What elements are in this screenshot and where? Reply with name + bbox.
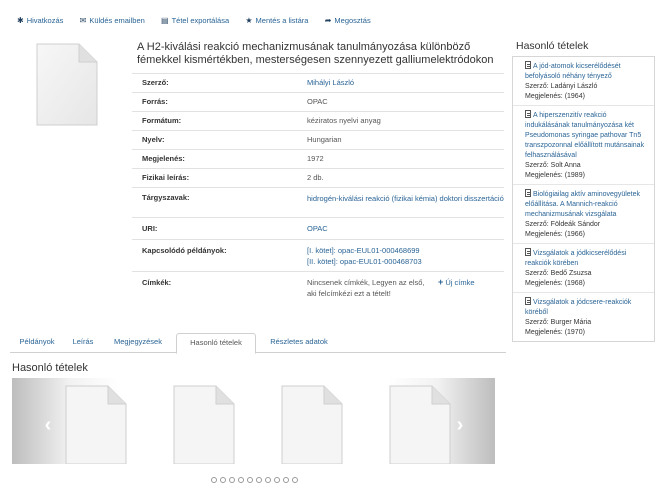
document-placeholder-icon	[389, 385, 451, 464]
field-row-published: Megjelenés: 1972	[132, 149, 504, 168]
field-row-uri: URI: OPAC	[132, 217, 504, 239]
record-tabs: Példányok Leírás Megjegyzések Hasonló té…	[10, 333, 506, 354]
carousel-next-button[interactable]: ›	[452, 414, 468, 436]
tab-description[interactable]: Leírás	[66, 333, 100, 353]
document-icon	[525, 189, 531, 197]
document-placeholder-icon	[281, 385, 343, 464]
document-placeholder-icon	[36, 43, 98, 126]
tab-notes[interactable]: Megjegyzések	[107, 333, 169, 353]
field-row-language: Nyelv: Hungarian	[132, 130, 504, 149]
carousel-dot[interactable]	[238, 477, 244, 483]
chevron-right-icon: ›	[456, 414, 464, 436]
field-row-author: Szerző: Mihályi László	[132, 73, 504, 92]
field-row-physical: Fizikai leírás: 2 db.	[132, 168, 504, 187]
similar-items-sidebar: A jód-atomok kicserélődését befolyásoló …	[512, 56, 655, 342]
sidebar-title: Hasonló tételek	[516, 40, 589, 52]
tab-staff-view[interactable]: Részletes adatok	[262, 333, 336, 353]
chevron-left-icon: ‹	[44, 414, 52, 436]
field-row-subjects: Tárgyszavak: hidrogén-kiválási reakció (…	[132, 187, 504, 217]
similar-item: A hiperszenzitív reakció indukálásának t…	[513, 106, 654, 185]
carousel-prev-button[interactable]: ‹	[40, 414, 56, 436]
similar-item-link[interactable]: Vizsgálatok a jódcsere-reakciók köréből	[525, 297, 631, 316]
document-thumbnail	[33, 42, 101, 127]
add-tag-button[interactable]: + Új címke	[438, 277, 475, 311]
carousel-dot[interactable]	[265, 477, 271, 483]
similar-items-heading: Hasonló tételek	[12, 362, 88, 374]
similar-item-link[interactable]: A hiperszenzitív reakció indukálásának t…	[525, 110, 644, 159]
uri-link[interactable]: OPAC	[307, 224, 328, 233]
related-copy-link-2[interactable]: [II. kötet]: opac-EUL01-000468703	[307, 256, 504, 267]
carousel-item[interactable]	[278, 384, 346, 464]
subject-link[interactable]: hidrogén-kiválási reakció (fizikai kémia…	[307, 194, 504, 203]
tab-holdings[interactable]: Példányok	[16, 333, 58, 353]
tab-similar-items[interactable]: Hasonló tételek	[176, 333, 256, 354]
carousel-dot[interactable]	[292, 477, 298, 483]
field-row-format: Formátum: kéziratos nyelvi anyag	[132, 111, 504, 130]
similar-item: Biológiailag aktív aminovegyületek előál…	[513, 185, 654, 244]
carousel-dot[interactable]	[220, 477, 226, 483]
field-row-related-copies: Kapcsolódó példányok: [I. kötet]: opac-E…	[132, 239, 504, 271]
field-row-tags: Címkék: Nincsenek címkék, Legyen az első…	[132, 271, 504, 311]
similar-item: A jód-atomok kicserélődését befolyásoló …	[513, 57, 654, 106]
carousel-dot[interactable]	[283, 477, 289, 483]
record-toolbar: ✱ Hivatkozás ✉ Küldés emailben ▤ Tétel expo…	[17, 15, 385, 29]
similar-item: Vizsgálatok a jódcsere-reakciók köréből …	[525, 297, 632, 336]
similar-item-link[interactable]: Biológiailag aktív aminovegyületek előál…	[525, 189, 640, 218]
asterisk-icon: ✱	[17, 16, 24, 25]
no-tags-text: Nincsenek címkék, Legyen az első, aki fe…	[307, 278, 425, 298]
save-to-list-link[interactable]: ★ Mentés a listára	[245, 15, 308, 27]
document-placeholder-icon	[173, 385, 235, 464]
carousel-dot[interactable]	[211, 477, 217, 483]
carousel-item[interactable]	[386, 384, 454, 464]
carousel-dot[interactable]	[229, 477, 235, 483]
share-link[interactable]: ➦ Megosztás	[325, 15, 371, 27]
export-link[interactable]: ▤ Tétel exportálása	[161, 15, 229, 27]
document-placeholder-icon	[65, 385, 127, 464]
plus-icon: +	[438, 277, 444, 287]
author-link[interactable]: Mihályi László	[307, 78, 354, 87]
share-icon: ➦	[324, 16, 332, 25]
similar-item: Vizsgálatok a jódkicserélődési reakciók …	[513, 244, 654, 293]
record-title: A H2-kiválási reakció mechanizmusának ta…	[137, 41, 494, 66]
similar-item-link[interactable]: A jód-atomok kicserélődését befolyásoló …	[525, 61, 621, 80]
star-icon: ★	[245, 16, 253, 25]
related-copy-link-1[interactable]: [I. kötet]: opac-EUL01-000468699	[307, 245, 504, 256]
carousel-item[interactable]	[170, 384, 238, 464]
document-icon	[525, 297, 531, 305]
carousel-dot[interactable]	[256, 477, 262, 483]
document-icon	[525, 61, 531, 69]
similar-items-carousel: ‹ ›	[12, 378, 495, 464]
cite-link[interactable]: ✱ Hivatkozás	[17, 15, 63, 27]
list-icon: ▤	[161, 16, 169, 25]
carousel-indicators	[211, 476, 301, 485]
record-details-table: Szerző: Mihályi László Forrás: OPAC Form…	[132, 73, 504, 311]
carousel-dot[interactable]	[274, 477, 280, 483]
carousel-dot[interactable]	[247, 477, 253, 483]
envelope-icon: ✉	[79, 16, 87, 25]
similar-item-link[interactable]: Vizsgálatok a jódkicserélődési reakciók …	[525, 248, 626, 267]
carousel-item[interactable]	[62, 384, 130, 464]
document-icon	[525, 110, 531, 118]
document-icon	[525, 248, 531, 256]
email-link[interactable]: ✉ Küldés emailben	[80, 15, 145, 27]
field-row-source: Forrás: OPAC	[132, 92, 504, 111]
